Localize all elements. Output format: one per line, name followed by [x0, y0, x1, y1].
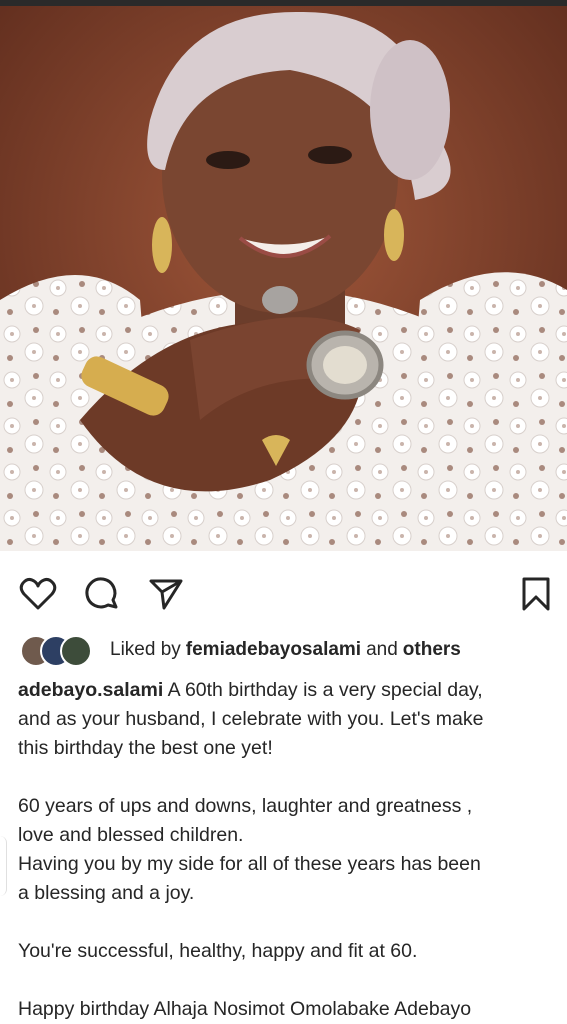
liked-by-and: and: [366, 639, 398, 660]
post-caption: adebayo.salami A 60th birthday is a very…: [18, 676, 558, 1024]
edge-scroll-handle[interactable]: [0, 836, 7, 896]
caption-line: You're successful, healthy, happy and fi…: [18, 940, 418, 962]
share-button[interactable]: [146, 574, 186, 614]
liked-by-row[interactable]: Liked by femiadebayosalami and others: [20, 634, 466, 667]
status-strip: [0, 0, 567, 6]
caption-line: this birthday the best one yet!: [18, 737, 273, 759]
caption-line: and as your husband, I celebrate with yo…: [18, 708, 484, 730]
liked-by-prefix: Liked by: [110, 639, 181, 660]
like-button[interactable]: [18, 574, 58, 614]
caption-line: A 60th birthday is a very special day,: [167, 679, 483, 701]
caption-line: Happy birthday Alhaja Nosimot Omolabake …: [18, 998, 472, 1020]
avatar: [60, 635, 92, 667]
caption-line: a blessing and a joy.: [18, 882, 195, 904]
portrait-image: [0, 6, 567, 551]
bookmark-icon: [522, 577, 550, 611]
liked-by-user[interactable]: femiadebayosalami: [186, 639, 361, 661]
caption-line: 60 years of ups and downs, laughter and …: [18, 795, 473, 817]
liked-by-others[interactable]: others: [403, 639, 461, 661]
caption-line: love and blessed children.: [18, 824, 244, 846]
comment-icon: [85, 577, 118, 609]
save-button[interactable]: [516, 574, 556, 614]
heart-icon: [19, 577, 57, 610]
author-username[interactable]: adebayo.salami: [18, 679, 163, 701]
post-action-bar: [0, 566, 567, 618]
post-photo[interactable]: [0, 0, 567, 551]
send-icon: [149, 579, 183, 610]
liker-avatars: [20, 635, 100, 667]
comment-button[interactable]: [82, 574, 122, 614]
caption-line: Having you by my side for all of these y…: [18, 853, 481, 875]
